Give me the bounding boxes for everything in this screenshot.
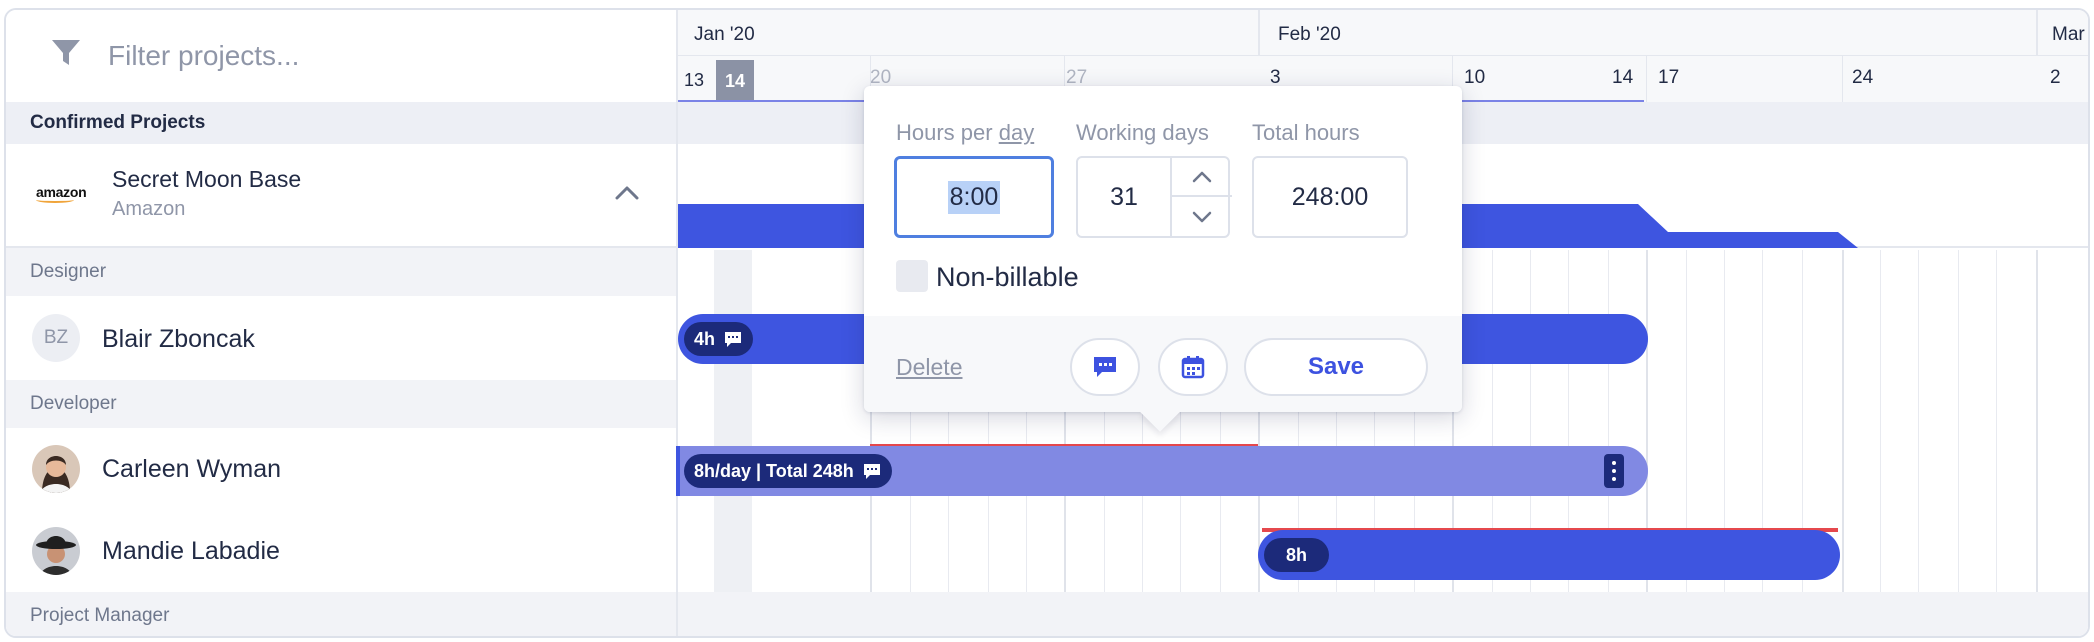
allocation-pill[interactable]: 4h (684, 322, 754, 356)
person-row-carleen[interactable]: Carleen Wyman (6, 428, 676, 510)
project-name: Secret Moon Base (112, 166, 302, 192)
person-name: Mandie Labadie (102, 537, 280, 565)
week-label: 24 (1852, 67, 1874, 88)
allocation-edit-popover: Hours per day Working days Total hours 8… (864, 86, 1462, 432)
save-button[interactable]: Save (1244, 338, 1428, 396)
role-developer: Developer (6, 380, 676, 428)
comment-icon (1094, 357, 1116, 377)
calendar-icon (1181, 356, 1205, 379)
allocation-bar-mandie[interactable] (1258, 530, 1840, 580)
more-options-icon[interactable] (1604, 454, 1624, 488)
total-hours-input[interactable]: 248:00 (1252, 156, 1408, 238)
hours-per-day-label: Hours per day (896, 120, 1035, 145)
working-days-label: Working days (1076, 120, 1209, 145)
working-days-value[interactable]: 31 (1078, 158, 1170, 236)
month-label: Mar (2052, 24, 2085, 45)
hours-per-day-input[interactable]: 8:00 (894, 156, 1054, 238)
role-designer: Designer (6, 248, 676, 296)
add-note-button[interactable] (1070, 338, 1140, 396)
working-days-stepper[interactable]: 31 (1076, 156, 1232, 238)
week-label: 13 (684, 70, 705, 90)
filter-bar (6, 10, 676, 102)
non-billable-label[interactable]: Non-billable (936, 262, 1079, 293)
week-label: 17 (1658, 67, 1680, 88)
week-label: 14 (1612, 67, 1634, 88)
week-label: 2 (2050, 67, 2061, 88)
section-label: Confirmed Projects (30, 112, 206, 133)
project-row-secret-moon-base[interactable]: amazon Secret Moon Base Amazon (6, 144, 676, 248)
app-frame: Confirmed Projects amazon Secret Moon Ba… (4, 8, 2090, 638)
month-header: Jan '20 Feb '20 Mar (678, 10, 2088, 56)
month-label: Jan '20 (694, 24, 755, 45)
person-row-mandie[interactable]: Mandie Labadie (6, 510, 676, 592)
month-label: Feb '20 (1278, 24, 1341, 45)
comment-icon (863, 464, 880, 479)
total-hours-label: Total hours (1252, 120, 1360, 145)
person-name: Blair Zboncak (102, 325, 255, 353)
decrement-button[interactable] (1172, 197, 1232, 236)
person-row-blair[interactable]: BZ Blair Zboncak (6, 296, 676, 380)
week-label: 10 (1464, 67, 1486, 88)
non-billable-checkbox[interactable] (896, 260, 928, 292)
project-list-panel: Confirmed Projects amazon Secret Moon Ba… (6, 10, 676, 636)
filter-projects-input[interactable] (108, 30, 608, 82)
role-project-manager: Project Manager (6, 592, 676, 636)
comment-icon (725, 332, 742, 347)
delete-link[interactable]: Delete (896, 354, 962, 381)
increment-button[interactable] (1172, 158, 1232, 197)
chevron-up-icon (1192, 171, 1212, 182)
person-name: Carleen Wyman (102, 455, 282, 483)
avatar (32, 527, 80, 575)
avatar (32, 445, 80, 493)
allocation-pill[interactable]: 8h (1264, 538, 1330, 572)
amazon-logo: amazon (36, 184, 87, 203)
chevron-up-icon[interactable] (614, 184, 640, 202)
today-marker[interactable]: 14 (716, 60, 754, 102)
filter-icon (52, 40, 80, 65)
schedule-button[interactable] (1158, 338, 1228, 396)
avatar: BZ (32, 314, 80, 362)
project-client: Amazon (112, 198, 186, 220)
chevron-down-icon (1192, 211, 1212, 222)
allocation-pill[interactable]: 8h/day | Total 248h (684, 454, 892, 488)
section-confirmed-projects: Confirmed Projects (6, 102, 676, 144)
